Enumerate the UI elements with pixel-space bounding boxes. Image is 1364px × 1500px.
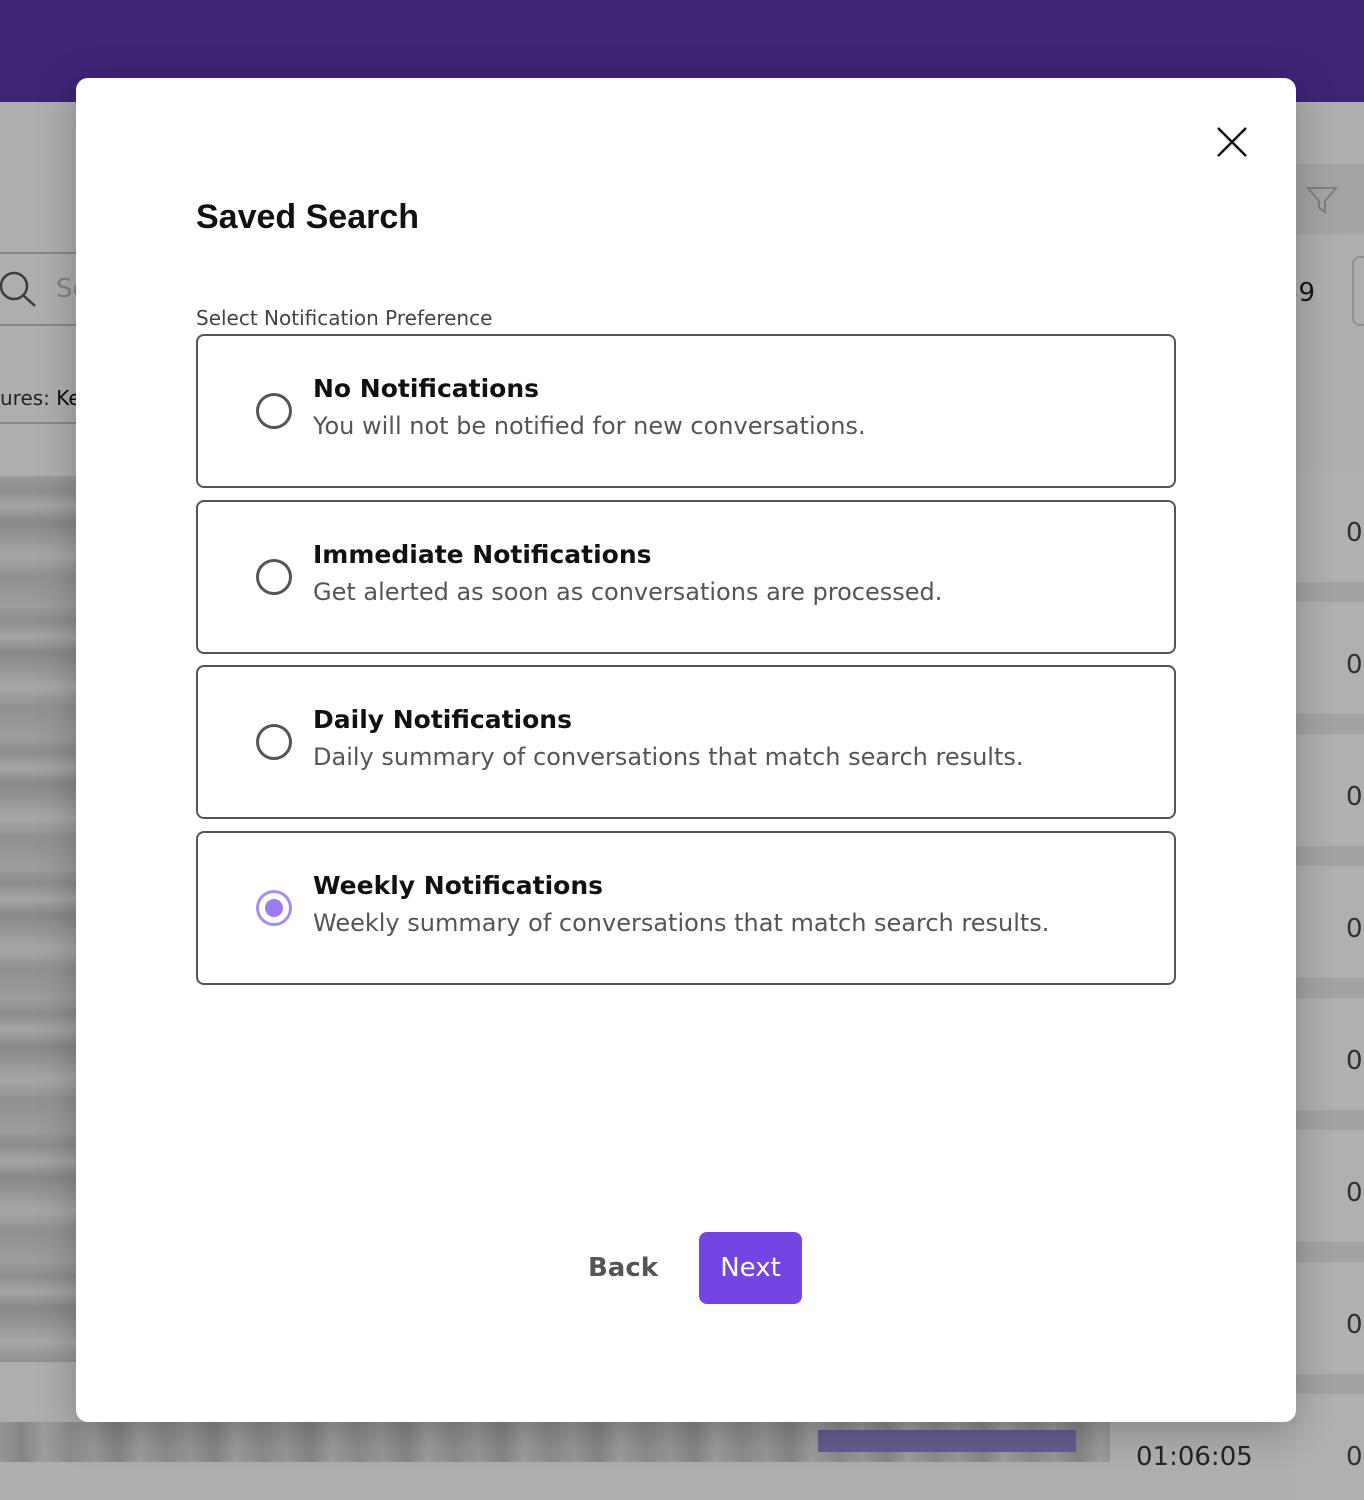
radio-button[interactable]	[256, 393, 292, 429]
field-label: Select Notification Preference	[196, 306, 493, 330]
close-icon[interactable]	[1212, 122, 1252, 162]
option-description: Daily summary of conversations that matc…	[313, 743, 1024, 771]
radio-button[interactable]	[256, 724, 292, 760]
option-daily-notifications[interactable]: Daily Notifications Daily summary of con…	[196, 665, 1176, 819]
option-immediate-notifications[interactable]: Immediate Notifications Get alerted as s…	[196, 500, 1176, 654]
option-title: No Notifications	[313, 374, 540, 403]
option-description: Weekly summary of conversations that mat…	[313, 909, 1050, 937]
option-title: Weekly Notifications	[313, 871, 604, 900]
radio-button-selected[interactable]	[256, 890, 292, 926]
back-button[interactable]: Back	[576, 1232, 670, 1304]
next-button[interactable]: Next	[699, 1232, 802, 1304]
dialog-title: Saved Search	[196, 198, 420, 236]
option-description: You will not be notified for new convers…	[313, 412, 866, 440]
option-title: Daily Notifications	[313, 705, 572, 734]
option-description: Get alerted as soon as conversations are…	[313, 578, 943, 606]
saved-search-dialog: Saved Search Select Notification Prefere…	[76, 78, 1296, 1422]
option-weekly-notifications[interactable]: Weekly Notifications Weekly summary of c…	[196, 831, 1176, 985]
option-title: Immediate Notifications	[313, 540, 652, 569]
option-no-notifications[interactable]: No Notifications You will not be notifie…	[196, 334, 1176, 488]
radio-button[interactable]	[256, 559, 292, 595]
